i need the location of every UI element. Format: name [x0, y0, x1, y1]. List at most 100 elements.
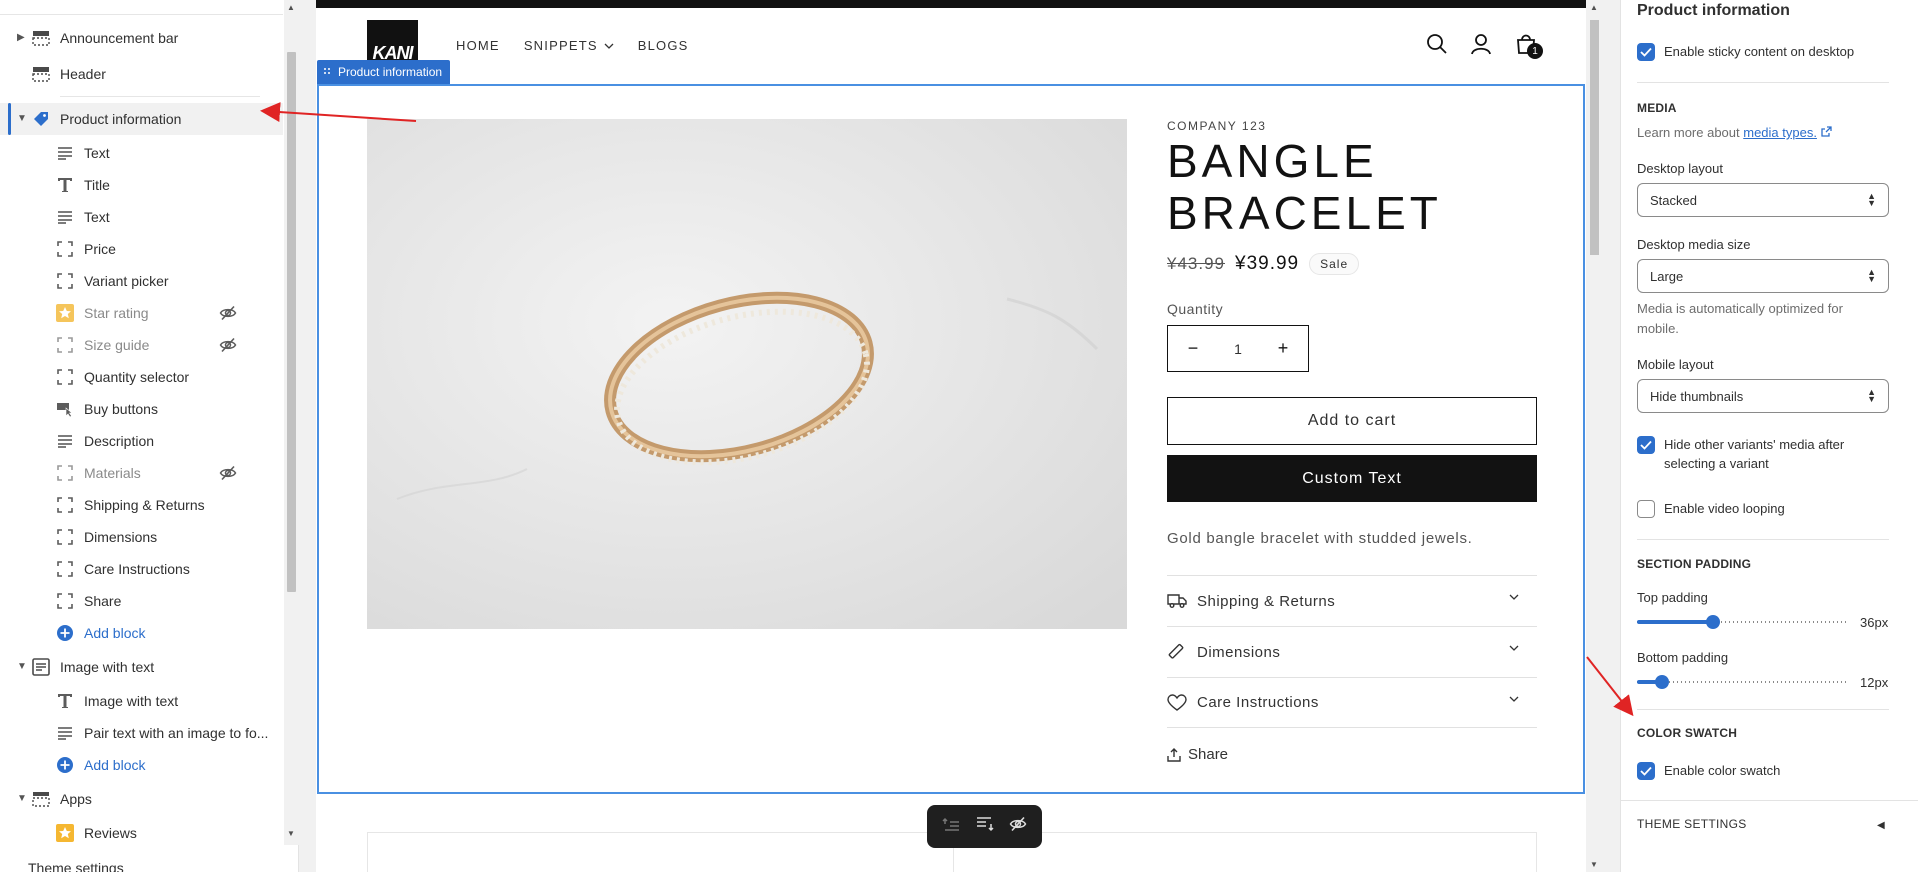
- bottom-padding-slider[interactable]: [1637, 675, 1849, 689]
- desktop-media-size-select[interactable]: Large ▲ ▼: [1637, 259, 1889, 293]
- move-down-icon[interactable]: [976, 816, 994, 837]
- sidebar-item-product-information[interactable]: ▼ Product information: [0, 103, 283, 135]
- block-item-buy-buttons[interactable]: Buy buttons: [0, 393, 283, 425]
- block-item-star-rating[interactable]: Star rating: [0, 297, 283, 329]
- eye-off-icon[interactable]: [219, 464, 237, 482]
- add-to-cart-button[interactable]: Add to cart: [1167, 397, 1537, 445]
- media-types-link[interactable]: media types.: [1743, 125, 1817, 140]
- block-item-description[interactable]: Description: [0, 425, 283, 457]
- caret-down-icon[interactable]: ▼: [17, 114, 27, 124]
- block-item-label: Shipping & Returns: [84, 497, 205, 513]
- search-icon[interactable]: [1425, 32, 1449, 56]
- sidebar-item-image-with-text[interactable]: ▼ Image with text: [0, 651, 283, 683]
- desktop-layout-select[interactable]: Stacked ▲ ▼: [1637, 183, 1889, 217]
- move-up-icon[interactable]: [942, 816, 960, 837]
- star-icon: [55, 303, 75, 323]
- add-block-button[interactable]: Add block: [0, 617, 283, 649]
- share-button[interactable]: Share: [1167, 746, 1228, 763]
- block-item-pair-text[interactable]: Pair text with an image to fo...: [0, 717, 283, 749]
- block-item-quantity-selector[interactable]: Quantity selector: [0, 361, 283, 393]
- hide-block-icon[interactable]: [1009, 815, 1027, 838]
- external-link-icon[interactable]: [1820, 126, 1832, 137]
- slider-handle[interactable]: [1655, 675, 1669, 689]
- quantity-stepper[interactable]: − 1 +: [1167, 325, 1309, 372]
- preview-scrollbar[interactable]: ▲ ▼: [1587, 0, 1602, 872]
- nav-snippets-label: SNIPPETS: [523, 38, 598, 53]
- selected-section-tag[interactable]: Product information: [317, 60, 451, 84]
- theme-settings-link[interactable]: Theme settings: [28, 860, 124, 872]
- select-value: Stacked: [1650, 192, 1697, 208]
- block-item-shipping-returns[interactable]: Shipping & Returns: [0, 489, 283, 521]
- select-arrows-icon: ▲ ▼: [1867, 191, 1876, 208]
- checkbox-checked-icon[interactable]: [1637, 762, 1655, 780]
- sidebar-item-apps[interactable]: ▼ Apps: [0, 783, 283, 815]
- checkbox-label: Hide other variants' media after selecti…: [1664, 437, 1845, 471]
- block-item-text[interactable]: Text: [0, 137, 283, 169]
- scrollbar-thumb[interactable]: [1590, 20, 1599, 255]
- minus-icon[interactable]: −: [1186, 338, 1200, 359]
- eye-off-icon[interactable]: [219, 304, 237, 322]
- accordion-dimensions[interactable]: Dimensions: [1167, 626, 1537, 677]
- selected-section-label: Product information: [338, 65, 443, 79]
- left-sidebar: ▶ Announcement bar Header ▼ Product info…: [0, 0, 299, 872]
- product-image[interactable]: [367, 119, 1127, 629]
- add-block-button[interactable]: Add block: [0, 749, 283, 781]
- video-looping-checkbox[interactable]: Enable video looping: [1637, 499, 1887, 518]
- theme-editor: ▶ Announcement bar Header ▼ Product info…: [0, 0, 1918, 872]
- sticky-content-checkbox[interactable]: Enable sticky content on desktop: [1637, 42, 1887, 61]
- checkbox-checked-icon[interactable]: [1637, 436, 1655, 454]
- scroll-up-icon[interactable]: ▲: [287, 3, 295, 12]
- nav-snippets[interactable]: SNIPPETS: [524, 38, 614, 53]
- eye-off-icon[interactable]: [219, 336, 237, 354]
- caret-down-icon[interactable]: ▼: [17, 662, 27, 672]
- checkbox-unchecked-icon[interactable]: [1637, 500, 1655, 518]
- share-label: Share: [1188, 746, 1229, 763]
- block-item-materials[interactable]: Materials: [0, 457, 283, 489]
- block-item-care-instructions[interactable]: Care Instructions: [0, 553, 283, 585]
- block-item-text[interactable]: Text: [0, 201, 283, 233]
- slider-handle[interactable]: [1706, 615, 1720, 629]
- scroll-up-icon[interactable]: ▲: [1590, 3, 1598, 12]
- block-item-label: Share: [84, 593, 122, 609]
- sidebar-item-announcement-bar[interactable]: ▶ Announcement bar: [0, 22, 283, 54]
- desktop-layout-label: Desktop layout: [1637, 161, 1723, 176]
- accordion-care-instructions[interactable]: Care Instructions: [1167, 677, 1537, 728]
- caret-left-icon[interactable]: ◀: [1877, 820, 1885, 831]
- hide-variants-checkbox[interactable]: Hide other variants' media after selecti…: [1637, 435, 1887, 473]
- checkbox-label: Enable video looping: [1664, 501, 1785, 516]
- block-item-price[interactable]: Price: [0, 233, 283, 265]
- block-item-label: Price: [84, 241, 116, 257]
- caret-down-icon[interactable]: ▼: [17, 794, 27, 804]
- caret-right-icon[interactable]: ▶: [17, 33, 27, 43]
- checkbox-checked-icon[interactable]: [1637, 43, 1655, 61]
- block-item-label: Pair text with an image to fo...: [84, 725, 269, 741]
- color-swatch-checkbox[interactable]: Enable color swatch: [1637, 761, 1887, 780]
- media-help-text: Learn more about media types.: [1637, 123, 1887, 143]
- nav-blogs[interactable]: BLOGS: [638, 38, 689, 53]
- block-item-reviews[interactable]: Reviews: [0, 817, 283, 845]
- theme-settings-toggle[interactable]: THEME SETTINGS: [1637, 817, 1747, 831]
- block-item-title[interactable]: Title: [0, 169, 283, 201]
- top-padding-slider[interactable]: [1637, 615, 1849, 629]
- block-item-image-with-text[interactable]: Image with text: [0, 685, 283, 717]
- block-item-share[interactable]: Share: [0, 585, 283, 617]
- bottom-padding-label: Bottom padding: [1637, 650, 1729, 665]
- quantity-value[interactable]: 1: [1234, 341, 1242, 357]
- block-item-dimensions[interactable]: Dimensions: [0, 521, 283, 553]
- block-item-size-guide[interactable]: Size guide: [0, 329, 283, 361]
- select-value: Hide thumbnails: [1650, 388, 1744, 404]
- sidebar-item-header[interactable]: Header: [0, 58, 283, 90]
- accordion-shipping-returns[interactable]: Shipping & Returns: [1167, 575, 1537, 626]
- plus-icon[interactable]: +: [1276, 338, 1290, 359]
- scroll-down-icon[interactable]: ▼: [1590, 860, 1598, 869]
- mobile-layout-select[interactable]: Hide thumbnails ▲ ▼: [1637, 379, 1889, 413]
- scrollbar-thumb[interactable]: [287, 52, 296, 592]
- scroll-down-icon[interactable]: ▼: [287, 829, 295, 838]
- sidebar-scrollbar[interactable]: ▲ ▼: [284, 0, 299, 845]
- select-value: Large: [1650, 268, 1684, 284]
- custom-text-button[interactable]: Custom Text: [1167, 455, 1537, 502]
- block-item-variant-picker[interactable]: Variant picker: [0, 265, 283, 297]
- account-icon[interactable]: [1469, 32, 1493, 56]
- nav-home[interactable]: HOME: [456, 38, 500, 53]
- slider-fill: [1637, 620, 1713, 624]
